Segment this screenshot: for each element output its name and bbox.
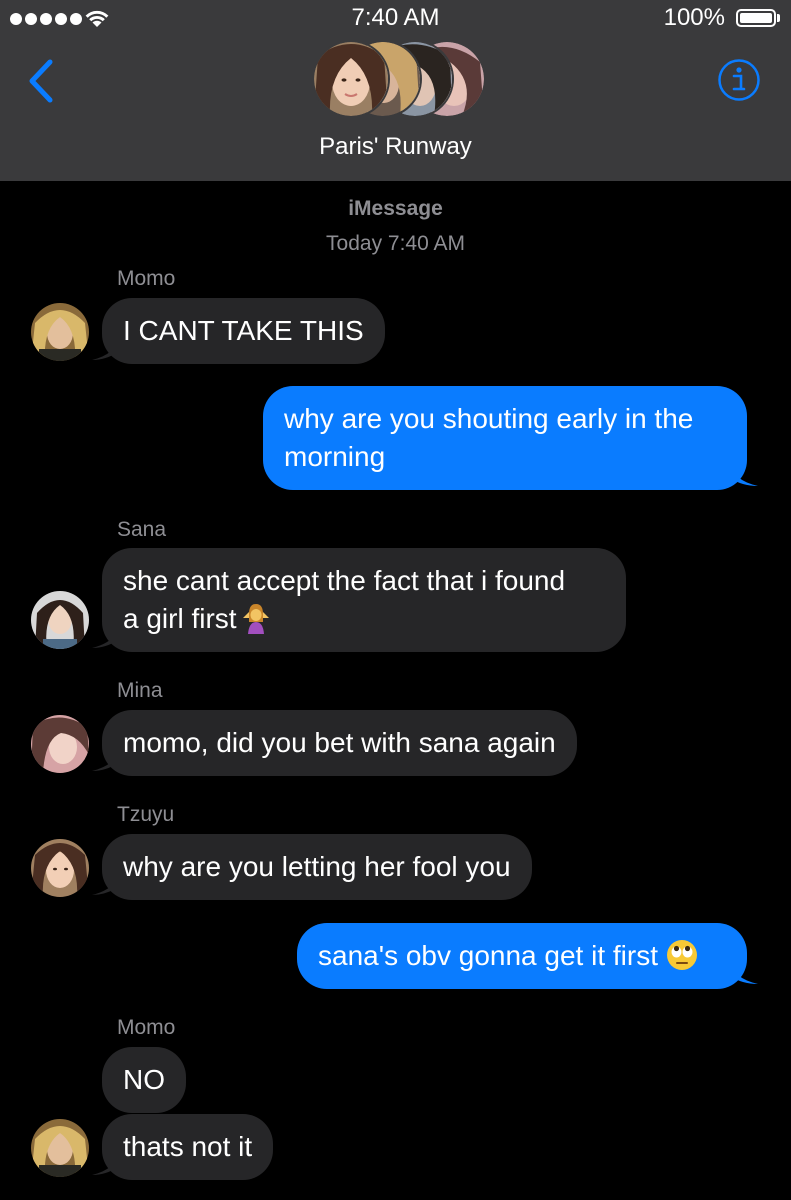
battery-icon [736, 9, 776, 27]
message-bubble-incoming[interactable]: why are you letting her fool you [102, 834, 532, 900]
sender-name: Tzuyu [117, 803, 175, 826]
avatar-sana[interactable] [31, 591, 89, 649]
avatar-momo[interactable] [31, 1119, 89, 1177]
sender-name: Mina [117, 679, 163, 702]
avatar-mina[interactable] [31, 715, 89, 773]
status-bar: 7:40 AM 100% [0, 0, 791, 38]
info-icon [718, 59, 760, 101]
messages-screen: 7:40 AM 100% Paris' Runway iMessage Toda… [0, 0, 791, 1200]
message-bubble-incoming[interactable]: I CANT TAKE THIS [102, 298, 385, 364]
group-avatar-stack[interactable] [312, 40, 486, 118]
back-button[interactable] [22, 56, 62, 106]
message-bubble-incoming[interactable]: thats not it [102, 1114, 274, 1180]
service-label: iMessage [348, 197, 443, 220]
info-button[interactable] [717, 58, 761, 102]
sender-name: Momo [117, 1016, 176, 1039]
chevron-left-icon [29, 59, 53, 103]
message-bubble-outgoing[interactable]: sana's obv gonna get it first [297, 923, 747, 989]
battery-percentage: 100% [663, 4, 725, 31]
conversation-timestamp: Today 7:40 AM [326, 232, 465, 255]
conversation-header: 7:40 AM 100% Paris' Runway [0, 0, 791, 181]
message-bubble-incoming[interactable]: momo, did you bet with sana again [102, 710, 577, 776]
sender-name: Sana [117, 518, 167, 541]
avatar-momo[interactable] [31, 303, 89, 361]
message-bubble-outgoing[interactable]: why are you shouting early in the mornin… [263, 386, 747, 490]
person-shrugging-icon [242, 604, 269, 634]
avatar-tzuyu[interactable] [31, 839, 89, 897]
face-with-rolling-eyes-icon [667, 940, 697, 970]
group-name[interactable]: Paris' Runway [0, 133, 791, 161]
sender-name: Momo [117, 267, 176, 290]
member-avatar [312, 40, 390, 118]
message-bubble-incoming[interactable]: she cant accept the fact that i found a … [102, 548, 626, 652]
message-bubble-incoming[interactable]: NO [102, 1047, 186, 1113]
